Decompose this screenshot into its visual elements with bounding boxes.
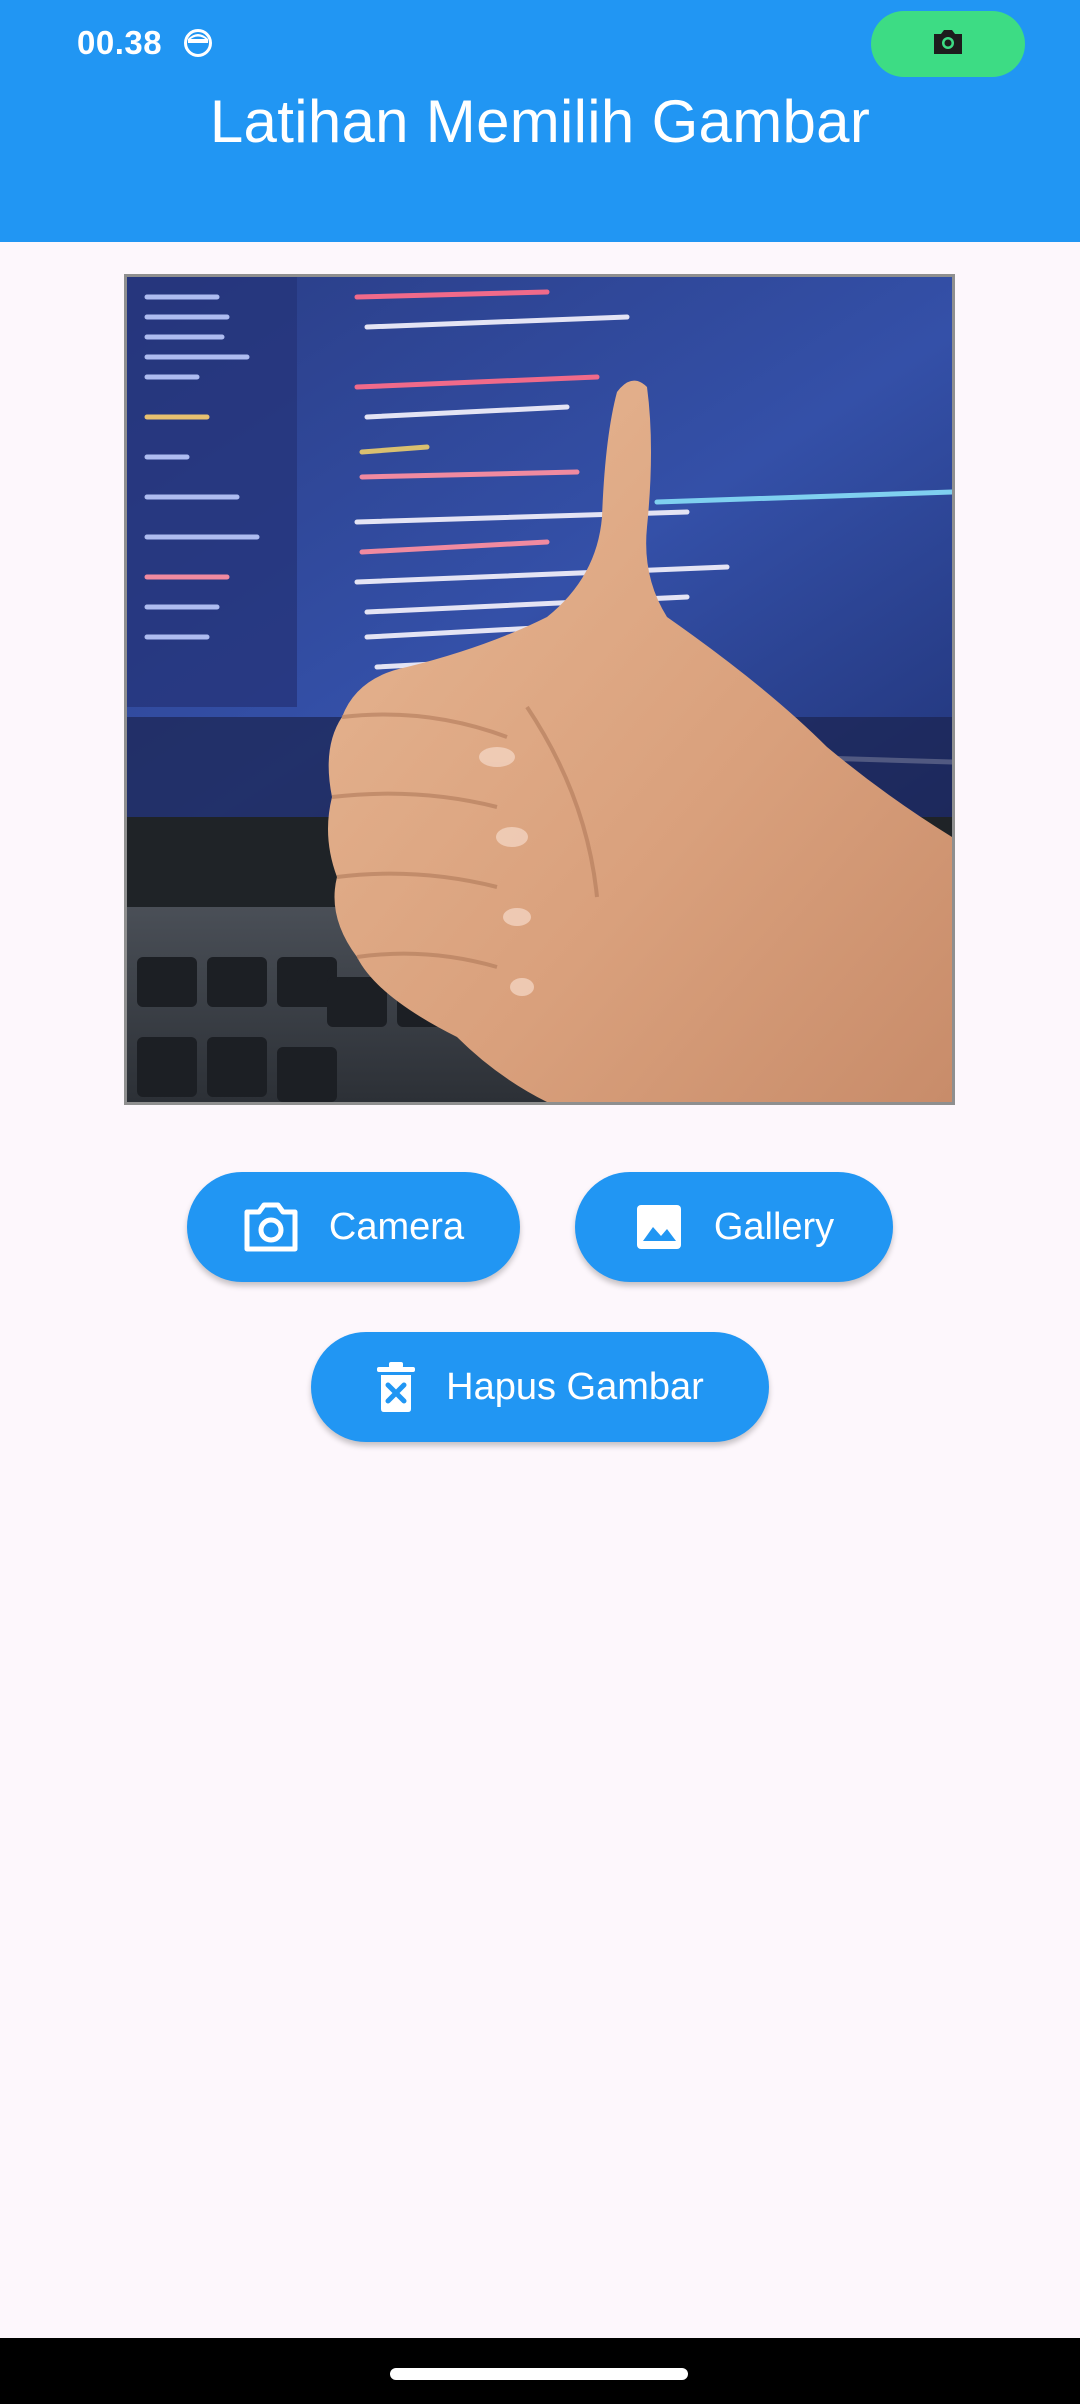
- delete-image-button-label: Hapus Gambar: [446, 1365, 704, 1408]
- image-icon: [634, 1202, 684, 1252]
- gallery-button[interactable]: Gallery: [575, 1172, 893, 1282]
- status-time: 00.38: [77, 24, 163, 61]
- gallery-button-label: Gallery: [713, 1205, 835, 1248]
- camera-icon: [931, 27, 965, 62]
- camera-in-use-indicator[interactable]: [871, 11, 1025, 77]
- selected-image-preview: [124, 274, 955, 1105]
- camera-button-label: Camera: [328, 1205, 465, 1248]
- camera-button[interactable]: Camera: [187, 1172, 520, 1282]
- top-bar: 00.38 Latihan Memilih Gambar: [0, 0, 1080, 242]
- delete-icon: [376, 1361, 416, 1413]
- app-screen: 00.38 Latihan Memilih Gambar Camera Gall…: [0, 0, 1080, 2404]
- face-icon: [183, 28, 213, 58]
- gesture-handle[interactable]: [390, 2368, 688, 2380]
- selected-image: [127, 277, 952, 1102]
- camera-icon: [243, 1202, 299, 1252]
- page-title: Latihan Memilih Gambar: [209, 88, 871, 155]
- delete-image-button[interactable]: Hapus Gambar: [311, 1332, 769, 1442]
